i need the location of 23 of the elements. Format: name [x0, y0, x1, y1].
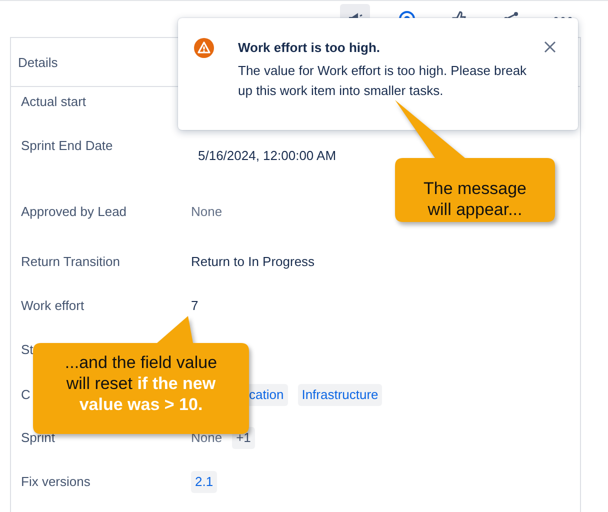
field-value: 5/16/2024, 12:00:00 AM	[198, 147, 336, 165]
field-label: Work effort	[21, 297, 84, 315]
tag[interactable]: Infrastructure	[298, 384, 382, 406]
warning-icon	[194, 38, 214, 58]
field-label: Actual start	[21, 93, 86, 111]
field-label: Sprint End Date	[21, 137, 113, 155]
close-button[interactable]	[542, 39, 558, 55]
field-label: Sprint	[21, 429, 55, 447]
callout-text: ...and the field value will reset if the new value was > 10.	[64, 352, 218, 415]
field-value: None	[191, 429, 222, 447]
field-label: Fix versions	[21, 473, 90, 491]
panel-title: Details	[18, 54, 58, 70]
field-label: C	[21, 386, 30, 404]
callout-text: The message will appear...	[422, 178, 528, 220]
field-label: Approved by Lead	[21, 203, 127, 221]
toast-message: The value for Work effort is too high. Please break up this work item into smaller tasks.	[238, 62, 528, 100]
field-label: Return Transition	[21, 253, 120, 271]
tag[interactable]: 2.1	[191, 471, 218, 493]
toast-title: Work effort is too high.	[238, 40, 380, 55]
field-label: St	[21, 341, 34, 359]
field-value: 7	[191, 297, 198, 315]
field-value: Return to In Progress	[191, 253, 315, 271]
field-value: None	[191, 203, 222, 221]
